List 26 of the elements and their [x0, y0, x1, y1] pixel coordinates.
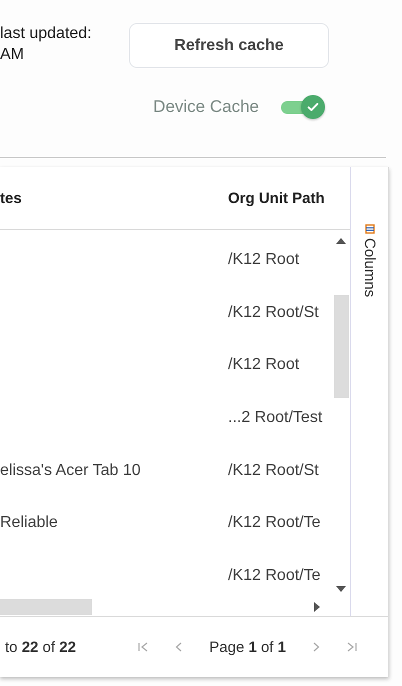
column-header[interactable]: Org Unit Path: [228, 190, 333, 206]
row-count-text: to 22 of 22: [4, 638, 76, 656]
check-icon: [306, 100, 320, 114]
table-cell: /K12 Root/St: [228, 304, 319, 321]
last-page-icon[interactable]: [346, 641, 358, 653]
table-cell: /K12 Root/St: [228, 462, 319, 479]
columns-icon: [364, 224, 374, 234]
table-cell: elissa's Acer Tab 10: [0, 462, 141, 479]
table-cell: /K12 Root: [228, 251, 300, 268]
columns-side-tab[interactable]: Columns: [351, 167, 388, 616]
table-cell: /K12 Root/Te: [228, 566, 320, 584]
cache-status-text: AM: [0, 45, 25, 65]
device-cache-toggle[interactable]: [281, 94, 325, 120]
refresh-cache-button[interactable]: Refresh cache: [129, 23, 329, 68]
device-cache-label: Device Cache: [153, 97, 259, 117]
table-cell: ...2 Root/Test: [228, 409, 322, 426]
first-page-icon[interactable]: [137, 641, 150, 653]
page-indicator: Page 1 of 1: [209, 638, 286, 656]
cache-status-text: last updated:: [0, 24, 92, 44]
table-cell: /K12 Root/Te: [228, 514, 320, 532]
column-header[interactable]: tes: [0, 190, 228, 206]
table-cell: /K12 Root: [228, 356, 300, 374]
table-cell: Reliable: [0, 514, 58, 532]
scroll-up-icon[interactable]: [336, 238, 346, 244]
scroll-down-icon[interactable]: [336, 586, 346, 592]
scroll-right-icon[interactable]: [314, 602, 320, 612]
